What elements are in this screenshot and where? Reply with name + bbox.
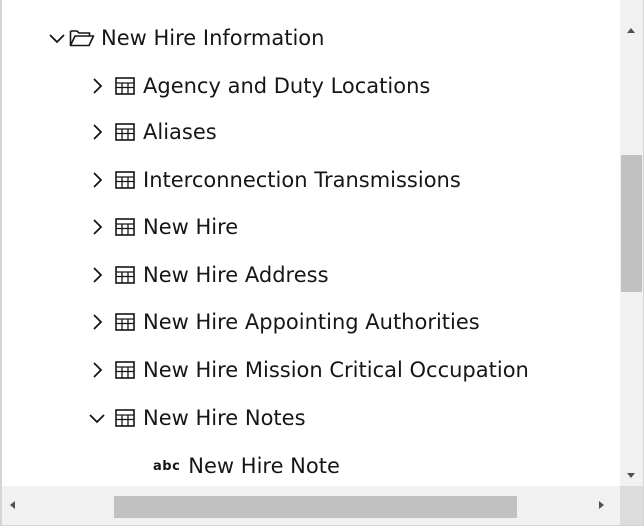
tree-view: New Hire Information Agency and Duty Loc… <box>2 0 623 486</box>
text-field-icon: abc <box>153 458 181 474</box>
tree-node-label: New Hire Mission Critical Occupation <box>143 358 529 382</box>
tree-node-aliases[interactable]: Aliases <box>87 112 217 152</box>
table-icon <box>115 313 135 331</box>
tree-node-new-hire-appointing-authorities[interactable]: New Hire Appointing Authorities <box>87 302 480 342</box>
chevron-right-icon[interactable] <box>87 217 107 237</box>
table-icon <box>115 77 135 95</box>
vertical-scrollbar[interactable] <box>620 0 643 486</box>
table-icon <box>115 266 135 284</box>
tree-node-label: New Hire Appointing Authorities <box>143 310 480 334</box>
tree-node-new-hire-notes[interactable]: New Hire Notes <box>87 398 306 438</box>
scroll-right-arrow-icon[interactable] <box>599 501 604 509</box>
tree-node-label: Aliases <box>143 120 217 144</box>
table-icon <box>115 218 135 236</box>
horizontal-scrollbar[interactable] <box>2 486 623 525</box>
chevron-right-icon[interactable] <box>87 122 107 142</box>
tree-node-label: New Hire Address <box>143 263 329 287</box>
tree-node-label: New Hire Notes <box>143 406 306 430</box>
vertical-scroll-thumb[interactable] <box>621 155 642 292</box>
table-icon <box>115 361 135 379</box>
scrollbar-corner <box>620 486 643 525</box>
chevron-right-icon[interactable] <box>87 312 107 332</box>
tree-node-new-hire-address[interactable]: New Hire Address <box>87 255 329 295</box>
scroll-down-arrow-icon[interactable] <box>627 473 635 478</box>
scroll-left-arrow-icon[interactable] <box>10 501 15 509</box>
chevron-right-icon[interactable] <box>87 360 107 380</box>
table-icon <box>115 409 135 427</box>
horizontal-scroll-thumb[interactable] <box>114 496 517 518</box>
data-tree-panel: New Hire Information Agency and Duty Loc… <box>0 0 644 526</box>
tree-node-label: New Hire Information <box>101 26 325 50</box>
chevron-right-icon[interactable] <box>87 76 107 96</box>
tree-node-new-hire-note[interactable]: abc New Hire Note <box>153 446 340 486</box>
tree-node-agency-and-duty-locations[interactable]: Agency and Duty Locations <box>87 66 430 106</box>
scroll-up-arrow-icon[interactable] <box>627 28 635 33</box>
tree-node-label: New Hire <box>143 215 239 239</box>
tree-node-new-hire[interactable]: New Hire <box>87 207 238 247</box>
chevron-right-icon[interactable] <box>87 170 107 190</box>
chevron-down-icon[interactable] <box>87 408 107 428</box>
tree-node-label: Agency and Duty Locations <box>143 74 431 98</box>
tree-node-label: New Hire Note <box>188 454 340 478</box>
tree-node-new-hire-information[interactable]: New Hire Information <box>47 18 324 58</box>
tree-node-new-hire-mission-critical-occupation[interactable]: New Hire Mission Critical Occupation <box>87 350 529 390</box>
table-icon <box>115 123 135 141</box>
chevron-down-icon[interactable] <box>47 28 67 48</box>
folder-open-icon <box>69 30 95 47</box>
table-icon <box>115 171 135 189</box>
tree-node-label: Interconnection Transmissions <box>143 168 461 192</box>
tree-node-interconnection-transmissions[interactable]: Interconnection Transmissions <box>87 160 461 200</box>
chevron-right-icon[interactable] <box>87 265 107 285</box>
